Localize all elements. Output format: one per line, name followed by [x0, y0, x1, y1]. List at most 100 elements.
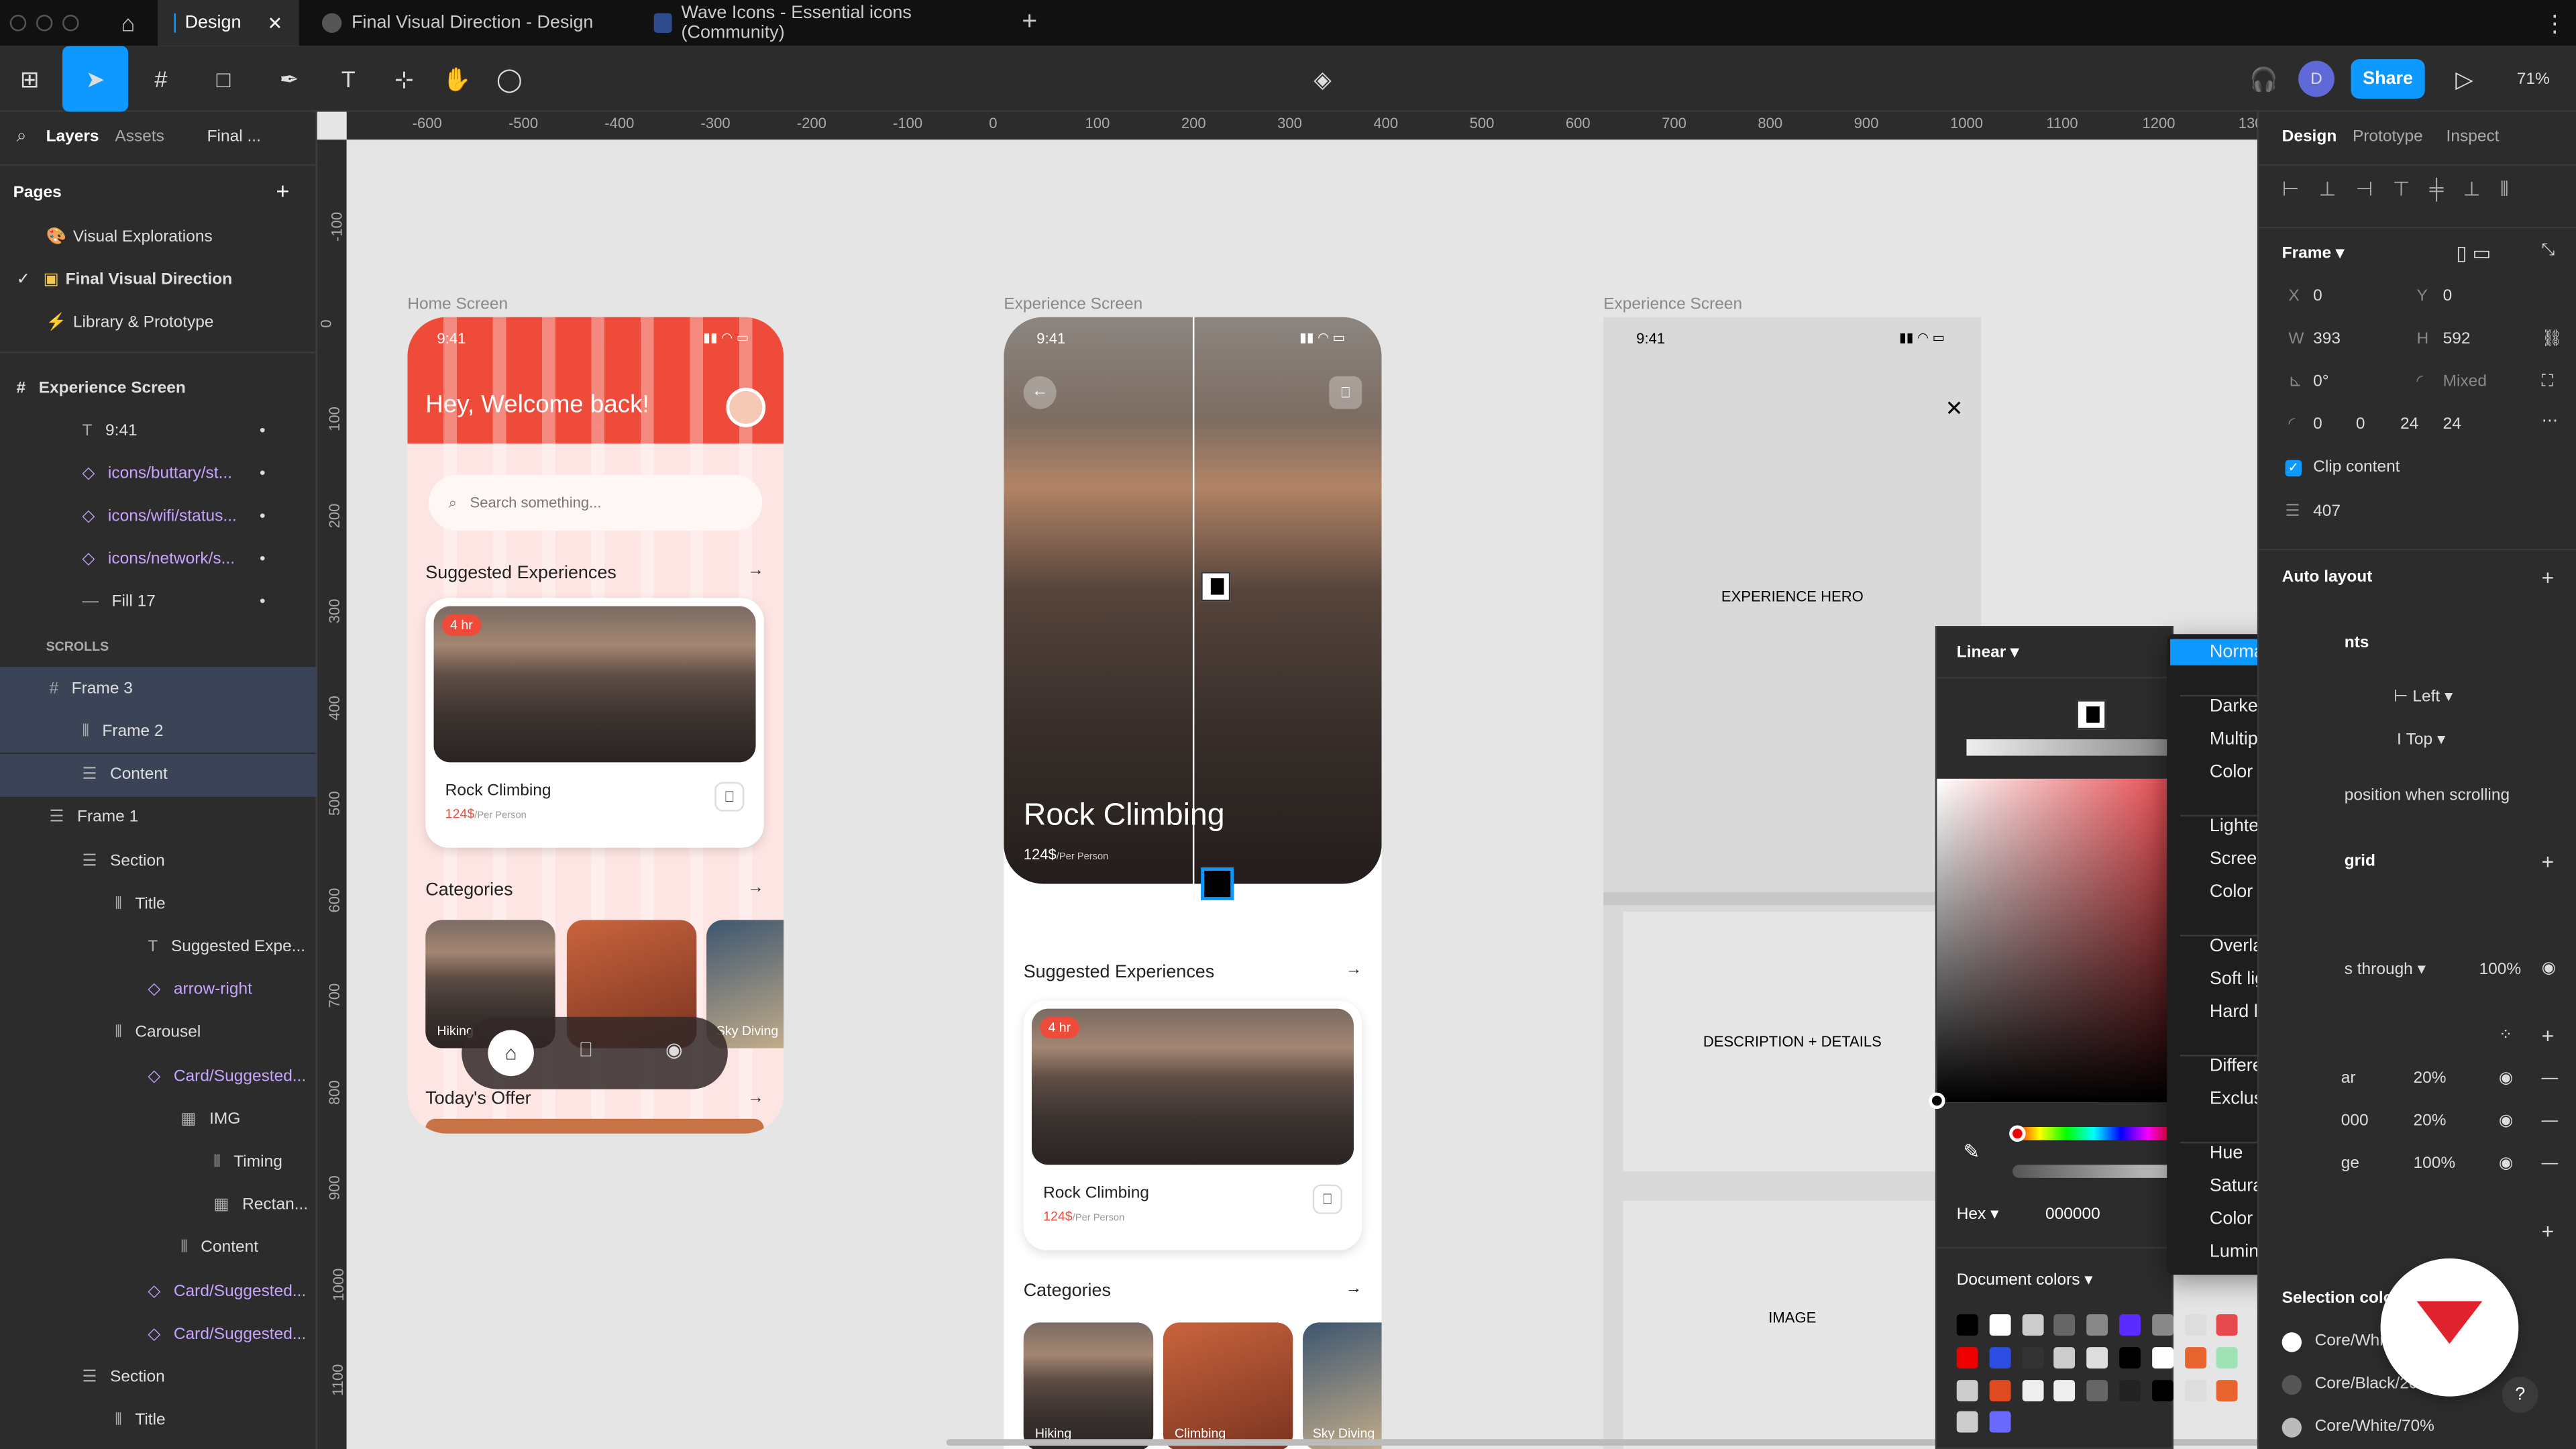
- color-swatch[interactable]: [2184, 1379, 2206, 1401]
- page-item-active[interactable]: ✓ ▣ Final Visual Direction: [0, 258, 317, 301]
- color-chip[interactable]: [2282, 1332, 2302, 1352]
- components-icon[interactable]: ◈: [1306, 59, 1339, 99]
- home-screen-frame[interactable]: 9:41 ▮▮ ◠ ▭ Hey, Welcome back! ⌕ Search s…: [407, 317, 784, 1134]
- fill-name[interactable]: ge: [2341, 1155, 2359, 1173]
- remove-fill-icon[interactable]: —: [2542, 1069, 2558, 1087]
- avatar[interactable]: D: [2298, 60, 2335, 97]
- shape-tool-icon[interactable]: □: [204, 59, 244, 99]
- layer-row[interactable]: ⫴ Frame 2: [0, 710, 317, 753]
- layer-row[interactable]: ▦ Rectan...: [0, 1184, 317, 1227]
- hue-handle[interactable]: [2009, 1125, 2026, 1142]
- color-swatch[interactable]: [1989, 1411, 2011, 1434]
- color-swatch[interactable]: [2184, 1346, 2206, 1368]
- radius-input[interactable]: Mixed: [2443, 373, 2487, 391]
- zoom-level[interactable]: 71%: [2507, 59, 2559, 99]
- gradient-handle-line[interactable]: [1192, 317, 1195, 884]
- layer-row[interactable]: ⫴ Title: [0, 883, 317, 926]
- color-swatch[interactable]: [2054, 1379, 2076, 1401]
- page-switcher[interactable]: Final ...: [207, 128, 261, 146]
- color-swatch[interactable]: [2054, 1314, 2076, 1336]
- eye-icon[interactable]: ◉: [2499, 1155, 2513, 1173]
- resize-icon[interactable]: ⤡: [2542, 241, 2555, 260]
- visibility-dot-icon[interactable]: •: [260, 594, 266, 612]
- close-icon[interactable]: ✕: [1945, 396, 1964, 422]
- hue-slider[interactable]: [2012, 1127, 2176, 1140]
- arrow-right-icon[interactable]: →: [1346, 1280, 1362, 1298]
- category-card[interactable]: Climbing: [1163, 1322, 1293, 1449]
- back-icon[interactable]: ←: [1023, 376, 1057, 409]
- bookmark-icon[interactable]: ⎕: [1312, 1184, 1342, 1214]
- comment-tool-icon[interactable]: ◯: [493, 59, 526, 99]
- color-swatch[interactable]: [1989, 1379, 2011, 1401]
- frame-select[interactable]: Frame ▾: [2282, 245, 2345, 263]
- experience-card[interactable]: 4 hr Rock Climbing 124$/Per Person ⎕: [425, 598, 764, 848]
- clip-checkbox[interactable]: ✓: [2285, 460, 2302, 477]
- constraint-h[interactable]: ⊢ Left ▾: [2394, 688, 2453, 706]
- w-input[interactable]: 393: [2313, 330, 2341, 348]
- zoom-dot-icon[interactable]: [62, 15, 79, 32]
- rotation-input[interactable]: 0°: [2313, 373, 2328, 391]
- layer-row[interactable]: ◇ Card/Suggested...: [0, 1055, 317, 1097]
- fill-name[interactable]: 000: [2341, 1112, 2369, 1130]
- tab-layers[interactable]: Layers: [46, 128, 99, 146]
- remove-fill-icon[interactable]: —: [2542, 1112, 2558, 1130]
- layer-row[interactable]: ◇ icons/wifi/status... •: [0, 495, 317, 538]
- y-input[interactable]: 0: [2443, 288, 2453, 306]
- layer-row[interactable]: ☰ Section: [0, 839, 317, 882]
- color-swatch[interactable]: [2021, 1379, 2043, 1401]
- frame-tool-icon[interactable]: #: [142, 59, 181, 99]
- share-button[interactable]: Share: [2351, 59, 2425, 99]
- corner-tr[interactable]: 0: [2356, 416, 2365, 434]
- visibility-dot-icon[interactable]: •: [260, 421, 266, 439]
- align-toolbar[interactable]: ⊢⊥⊣⊤╪⊥⦀: [2282, 177, 2529, 202]
- layer-row[interactable]: TCategories: [0, 1442, 317, 1449]
- color-swatch[interactable]: [2086, 1346, 2108, 1368]
- color-swatch[interactable]: [2119, 1379, 2141, 1401]
- grid-styles-icon[interactable]: ⁘: [2499, 1027, 2513, 1045]
- move-tool-icon[interactable]: ➤: [62, 46, 129, 112]
- add-grid-icon[interactable]: +: [2542, 849, 2555, 874]
- layer-row[interactable]: — Fill 17 •: [0, 581, 317, 624]
- color-swatch[interactable]: [2216, 1379, 2239, 1401]
- tab-design[interactable]: Design ✕: [158, 0, 299, 46]
- more-icon[interactable]: ⋯: [2542, 413, 2558, 431]
- x-input[interactable]: 0: [2313, 288, 2322, 306]
- close-tab-icon[interactable]: ✕: [268, 12, 283, 34]
- document-colors-select[interactable]: Document colors ▾: [1957, 1272, 2093, 1290]
- spacing-input[interactable]: 407: [2313, 502, 2341, 521]
- present-icon[interactable]: ▷: [2448, 59, 2481, 99]
- home-icon[interactable]: ⌂: [488, 1030, 534, 1077]
- layer-row[interactable]: ◇ Card/Suggested...: [0, 1313, 317, 1356]
- color-swatch[interactable]: [2151, 1314, 2174, 1336]
- blend-option[interactable]: Hue: [2210, 1144, 2243, 1163]
- gradient-type-select[interactable]: Linear ▾: [1957, 644, 2019, 662]
- add-stroke-icon[interactable]: +: [2542, 1219, 2555, 1244]
- arrow-right-icon[interactable]: →: [747, 1089, 763, 1108]
- color-swatch[interactable]: [2119, 1314, 2141, 1336]
- fill-opacity[interactable]: 100%: [2414, 1155, 2456, 1173]
- layer-row[interactable]: # Frame 3: [0, 667, 317, 710]
- layer-row[interactable]: ⫴ Carousel: [0, 1012, 317, 1055]
- layer-row[interactable]: ◇ icons/buttary/st... •: [0, 452, 317, 495]
- arrow-right-icon[interactable]: →: [747, 879, 763, 897]
- visibility-dot-icon[interactable]: •: [260, 507, 266, 525]
- avatar[interactable]: [726, 387, 766, 427]
- layer-row[interactable]: ◇ arrow-right: [0, 969, 317, 1012]
- tab-final-visual[interactable]: Final Visual Direction - Design: [306, 0, 631, 46]
- color-swatch[interactable]: [1956, 1411, 1978, 1434]
- add-auto-layout-icon[interactable]: +: [2542, 565, 2555, 590]
- arrow-right-icon[interactable]: →: [747, 562, 763, 580]
- main-menu-icon[interactable]: ⊞: [10, 59, 50, 99]
- layer-row[interactable]: ▦ IMG: [0, 1097, 317, 1140]
- layer-row[interactable]: ⫴ Content: [0, 1227, 317, 1270]
- bookmark-icon[interactable]: ⎕: [1329, 376, 1362, 409]
- tab-prototype[interactable]: Prototype: [2353, 128, 2423, 146]
- location-icon[interactable]: ◉: [665, 1038, 683, 1061]
- gradient-stop[interactable]: [1201, 867, 1234, 901]
- headphones-icon[interactable]: 🎧: [2247, 59, 2280, 99]
- color-swatch[interactable]: [2119, 1346, 2141, 1368]
- tab-wave-icons[interactable]: Wave Icons - Essential icons (Community): [637, 0, 999, 46]
- gradient-stop[interactable]: [1201, 572, 1231, 602]
- color-swatch[interactable]: [1956, 1379, 1978, 1401]
- visibility-dot-icon[interactable]: •: [260, 551, 266, 569]
